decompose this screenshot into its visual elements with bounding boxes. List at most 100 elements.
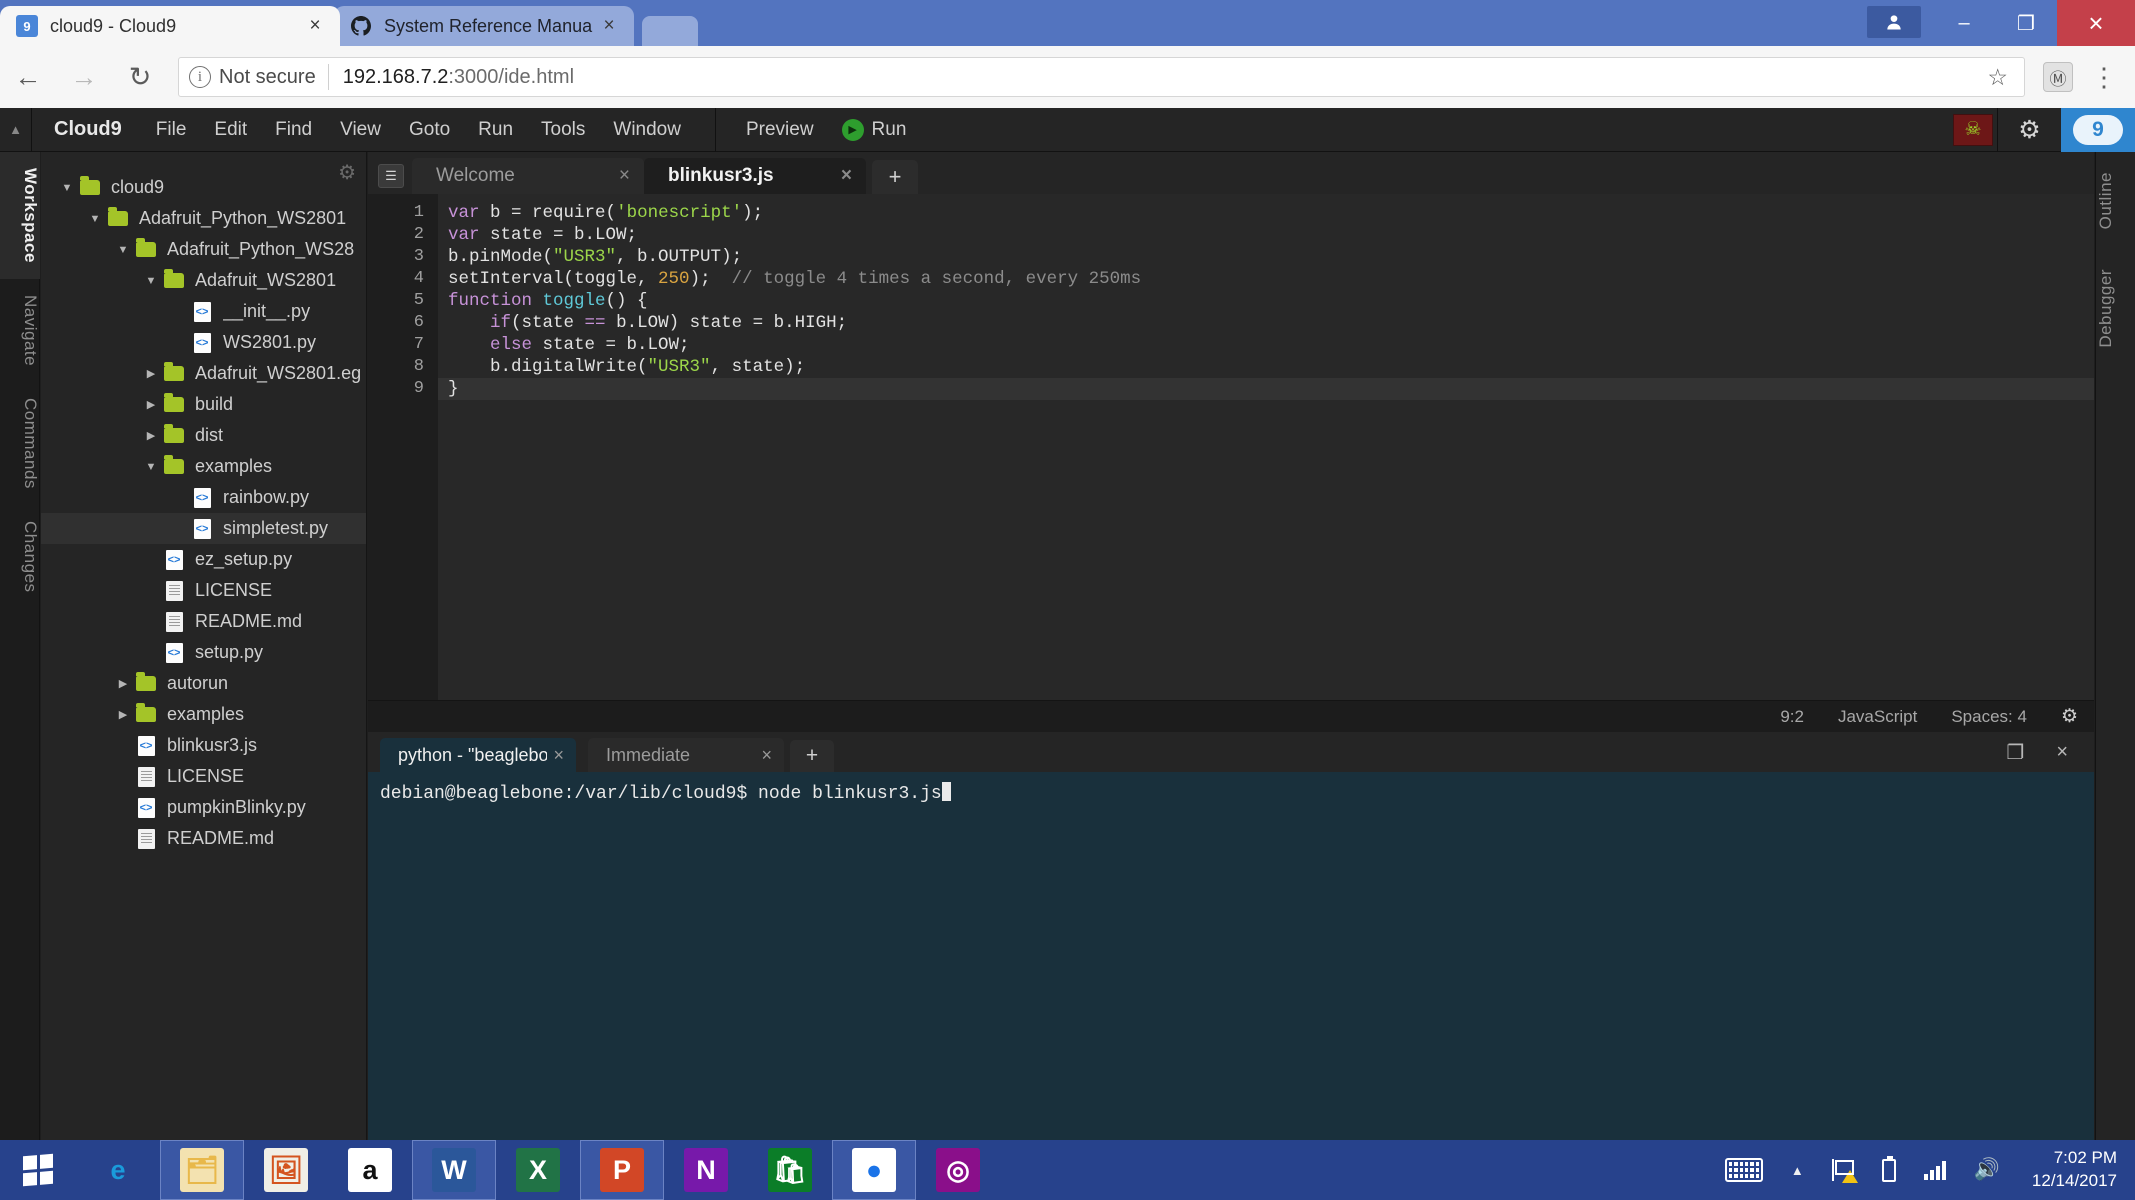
language-mode-label[interactable]: JavaScript [1838,707,1917,727]
menu-goto[interactable]: Goto [395,119,464,141]
file-tree-file[interactable]: ▶<>simpletest.py [41,513,366,544]
editor-new-tab-button[interactable]: + [872,160,918,194]
file-tree-file[interactable]: ▶<>rainbow.py [41,482,366,513]
taskbar-microsoft-store[interactable]: 🛍 [748,1140,832,1200]
taskbar-amazon[interactable]: a [328,1140,412,1200]
file-tree-file[interactable]: ▶<>WS2801.py [41,327,366,358]
restore-button[interactable]: ❐ [1995,0,2057,46]
file-tree-file[interactable]: ▶<>pumpkinBlinky.py [41,792,366,823]
cloud9-brand-label[interactable]: Cloud9 [32,118,142,141]
menu-view[interactable]: View [326,119,395,141]
chevron-right-icon[interactable]: ▶ [141,429,161,442]
file-tree-folder[interactable]: ▼ examples [41,451,366,482]
terminal-close-icon[interactable]: × [2040,741,2084,764]
cloud9-logo-icon[interactable]: 9 [2061,107,2135,152]
browser-tab-close-icon[interactable]: × [304,15,326,37]
editor-tab-close-icon[interactable]: × [841,165,852,187]
editor-tab-menu-icon[interactable]: ☰ [378,164,404,188]
terminal-tab-immediate[interactable]: Immediate × [588,738,784,772]
volume-icon[interactable]: 🔊 [1960,1158,2014,1182]
bug-report-icon[interactable]: ☠ [1953,113,1993,146]
rail-item-commands[interactable]: Commands [0,382,40,505]
file-tree-folder[interactable]: ▼ Adafruit_Python_WS2801 [41,203,366,234]
menu-window[interactable]: Window [599,119,695,141]
chevron-right-icon[interactable]: ▶ [141,367,161,380]
file-tree-folder[interactable]: ▶ autorun [41,668,366,699]
chevron-right-icon[interactable]: ▶ [141,398,161,411]
terminal-tab-close-icon[interactable]: × [761,745,772,766]
preview-button[interactable]: Preview [732,119,828,141]
menu-find[interactable]: Find [261,119,326,141]
browser-tab-cloud9[interactable]: 9 cloud9 - Cloud9 × [0,6,340,46]
taskbar-microsoft-powerpoint[interactable]: P [580,1140,664,1200]
chevron-down-icon[interactable]: ▼ [113,244,133,256]
taskbar-microsoft-excel[interactable]: X [496,1140,580,1200]
profile-avatar-icon[interactable] [1867,6,1921,38]
chevron-down-icon[interactable]: ▼ [57,182,77,194]
rail-item-navigate[interactable]: Navigate [0,279,40,382]
editor-settings-gear-icon[interactable]: ⚙ [2061,705,2078,728]
terminal-tab-python-beaglebone[interactable]: python - "beaglebon × [380,738,576,772]
rail-item-workspace[interactable]: Workspace [0,152,40,279]
file-tree-folder[interactable]: ▼ cloud9 [41,172,366,203]
file-tree-folder[interactable]: ▶ examples [41,699,366,730]
file-tree-file[interactable]: ▶LICENSE [41,761,366,792]
start-button[interactable] [0,1140,76,1200]
file-tree-folder[interactable]: ▶ build [41,389,366,420]
reload-button[interactable]: ↻ [112,62,168,93]
taskbar-photos[interactable]: 🖼 [244,1140,328,1200]
taskbar-microsoft-word[interactable]: W [412,1140,496,1200]
address-bar[interactable]: i Not secure 192.168.7.2:3000/ide.html ☆ [178,57,2025,97]
browser-tab-close-icon[interactable]: × [598,15,620,37]
taskbar-snip-tool[interactable]: ◎ [916,1140,1000,1200]
flag-icon[interactable] [1818,1159,1868,1183]
file-tree-file[interactable]: ▶LICENSE [41,575,366,606]
minimize-button[interactable]: – [1933,0,1995,46]
file-tree-file[interactable]: ▶README.md [41,606,366,637]
file-tree-folder[interactable]: ▶ dist [41,420,366,451]
file-tree-file[interactable]: ▶README.md [41,823,366,854]
bookmark-star-icon[interactable]: ☆ [1987,64,2014,91]
file-tree-folder[interactable]: ▶ Adafruit_WS2801.eg [41,358,366,389]
file-tree-gear-icon[interactable]: ⚙ [338,160,356,185]
file-tree-file[interactable]: ▶<>setup.py [41,637,366,668]
terminal-new-tab-button[interactable]: + [790,740,834,772]
close-window-button[interactable]: × [2057,0,2135,46]
editor-tab-welcome[interactable]: Welcome × [412,158,644,194]
network-signal-icon[interactable] [1910,1160,1960,1180]
browser-tab-system-reference-manual[interactable]: System Reference Manua × [334,6,634,46]
rail-item-outline[interactable]: Outline [2096,152,2135,249]
collapse-menubar-icon[interactable]: ▲ [0,107,32,152]
menu-tools[interactable]: Tools [527,119,599,141]
chevron-down-icon[interactable]: ▼ [141,275,161,287]
menu-edit[interactable]: Edit [200,119,261,141]
battery-icon[interactable] [1868,1155,1910,1182]
back-button[interactable]: ← [0,62,56,93]
editor-code-area[interactable]: var b = require('bonescript'); var state … [438,194,2094,700]
file-tree-file[interactable]: ▶<>blinkusr3.js [41,730,366,761]
terminal-tab-close-icon[interactable]: × [553,745,564,766]
chevron-right-icon[interactable]: ▶ [113,708,133,721]
new-tab-button[interactable] [642,16,698,46]
extension-icon[interactable]: Ⓜ [2043,62,2073,92]
file-tree-file[interactable]: ▶<>ez_setup.py [41,544,366,575]
editor-tab-blinkusr3-js[interactable]: blinkusr3.js × [644,158,866,194]
file-tree-file[interactable]: ▶<>__init__.py [41,296,366,327]
editor-tab-close-icon[interactable]: × [619,165,630,187]
rail-item-debugger[interactable]: Debugger [2096,249,2135,368]
show-hidden-icons-icon[interactable]: ▲ [1777,1163,1818,1178]
taskbar-google-chrome[interactable]: ● [832,1140,916,1200]
forward-button[interactable]: → [56,62,112,93]
indent-setting-label[interactable]: Spaces: 4 [1951,707,2027,727]
taskbar-internet-explorer[interactable]: e [76,1140,160,1200]
menu-run[interactable]: Run [464,119,527,141]
chevron-down-icon[interactable]: ▼ [141,461,161,473]
chevron-right-icon[interactable]: ▶ [113,677,133,690]
taskbar-microsoft-onenote[interactable]: N [664,1140,748,1200]
taskbar-file-explorer[interactable]: 🗂 [160,1140,244,1200]
file-tree-folder[interactable]: ▼ Adafruit_Python_WS28 [41,234,366,265]
menu-file[interactable]: File [142,119,201,141]
run-button[interactable]: ▶ Run [828,118,921,141]
chevron-down-icon[interactable]: ▼ [85,213,105,225]
browser-menu-icon[interactable]: ⋮ [2091,64,2117,90]
